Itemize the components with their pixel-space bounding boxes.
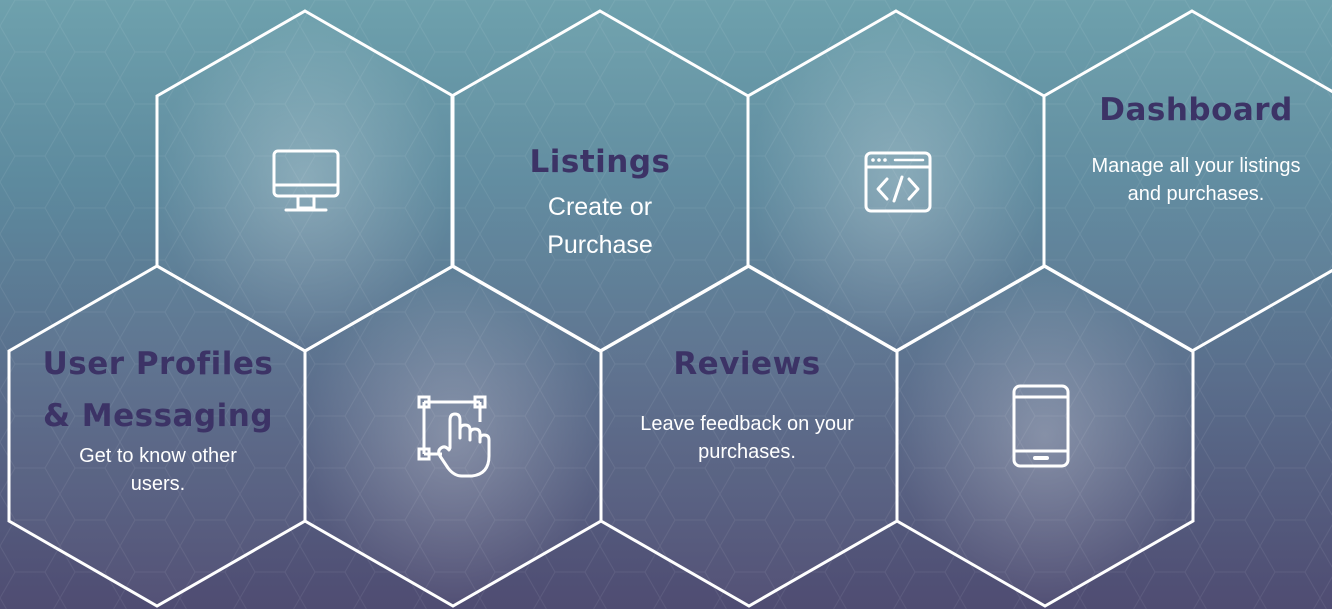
profiles-panel: User Profiles & Messaging Get to know ot… bbox=[40, 338, 276, 498]
listings-desc-line1: Create or bbox=[547, 193, 653, 221]
touch-select-icon bbox=[414, 392, 496, 480]
reviews-panel: Reviews Leave feedback on your purchases… bbox=[610, 338, 884, 466]
listings-title: Listings bbox=[529, 144, 671, 180]
reviews-desc-line2: purchases. bbox=[698, 441, 796, 463]
dashboard-panel: Dashboard Manage all your listings and p… bbox=[1060, 84, 1332, 208]
monitor-icon bbox=[270, 148, 342, 216]
profiles-title-line1: User Profiles bbox=[42, 346, 274, 382]
profiles-desc-line2: users. bbox=[130, 473, 186, 495]
dashboard-desc-line2: and purchases. bbox=[1127, 183, 1265, 205]
code-window-icon bbox=[863, 150, 933, 214]
profiles-desc-line1: Get to know other bbox=[79, 445, 237, 467]
listings-desc-line2: Purchase bbox=[547, 231, 653, 259]
reviews-desc-line1: Leave feedback on your bbox=[640, 413, 854, 435]
dashboard-desc-line1: Manage all your listings bbox=[1091, 155, 1301, 177]
profiles-title-line2: & Messaging bbox=[42, 398, 274, 434]
tablet-icon bbox=[1010, 383, 1072, 469]
reviews-title: Reviews bbox=[673, 346, 821, 382]
listings-panel: Listings Create or Purchase bbox=[500, 136, 700, 264]
dashboard-title: Dashboard bbox=[1099, 92, 1293, 128]
